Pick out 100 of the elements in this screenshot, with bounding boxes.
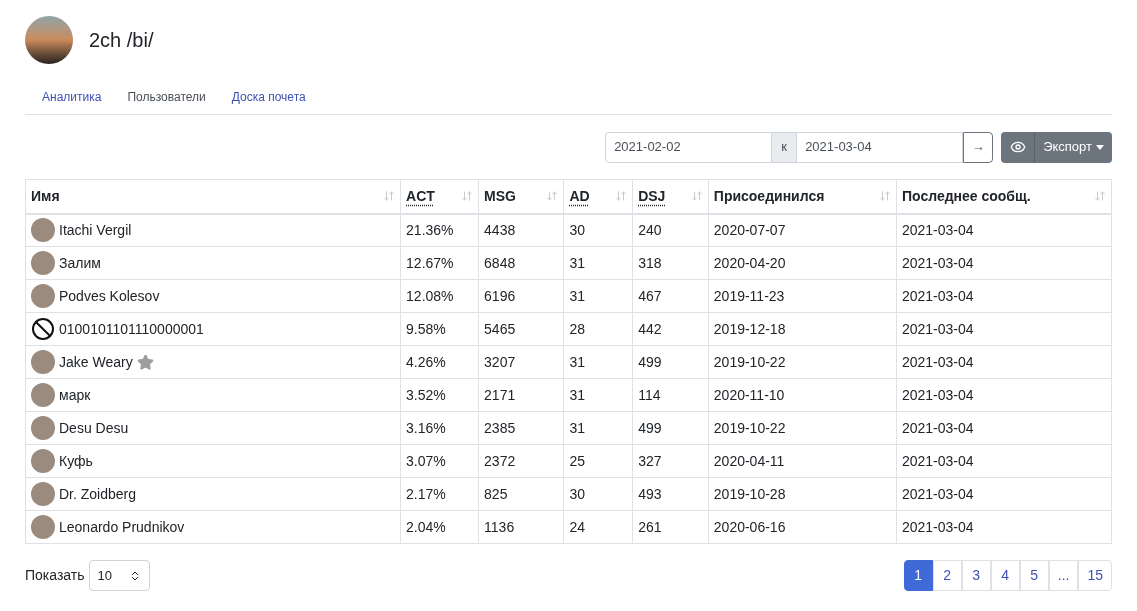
table-cell: 2021-03-04 bbox=[901, 452, 974, 469]
table-cell: 2020-11-10 bbox=[713, 386, 785, 403]
table-cell: 6196 bbox=[484, 287, 516, 304]
channel-avatar-photo bbox=[25, 16, 73, 64]
table-cell: 2021-03-04 bbox=[901, 221, 974, 238]
table-cell: 442 bbox=[638, 320, 662, 337]
column-label: Последнее сообщ. bbox=[901, 186, 1031, 206]
star-icon bbox=[136, 353, 154, 371]
table-cell: 31 bbox=[569, 386, 586, 403]
sort-icon bbox=[383, 190, 396, 203]
table-cell: 2019-10-28 bbox=[713, 485, 786, 502]
column-header[interactable]: ACT bbox=[400, 179, 479, 214]
table-cell: 2021-03-04 bbox=[901, 320, 974, 337]
table-cell: 825 bbox=[484, 485, 508, 502]
column-header[interactable]: AD bbox=[563, 179, 633, 214]
column-header[interactable]: Последнее сообщ. bbox=[896, 179, 1112, 214]
no-avatar-icon bbox=[31, 317, 55, 341]
table-cell: 2.04% bbox=[406, 518, 446, 535]
page-link[interactable]: ... bbox=[1048, 560, 1079, 591]
user-name[interactable]: Podves Kolesov bbox=[59, 285, 160, 307]
table-cell: 2019-12-18 bbox=[713, 320, 786, 337]
view-button[interactable] bbox=[1001, 131, 1035, 163]
user-avatar-photo bbox=[31, 482, 55, 506]
date-from-field[interactable]: 2021-02-02 bbox=[605, 131, 773, 163]
column-header[interactable]: MSG bbox=[478, 179, 564, 214]
table-cell: 2019-11-23 bbox=[713, 287, 785, 304]
column-label: AD bbox=[569, 186, 590, 206]
table-cell: 12.08% bbox=[406, 287, 454, 304]
user-avatar-photo bbox=[31, 416, 55, 440]
column-header[interactable]: DSJ bbox=[632, 179, 709, 214]
column-header[interactable]: Присоединился bbox=[708, 179, 897, 214]
table-cell: 261 bbox=[638, 518, 662, 535]
user-name[interactable]: Куфь bbox=[59, 450, 93, 472]
sort-icon bbox=[461, 190, 474, 203]
nav-tab[interactable]: Доска почета bbox=[218, 80, 319, 114]
user-name[interactable]: Dr. Zoidberg bbox=[59, 483, 137, 505]
table-cell: 2372 bbox=[484, 452, 516, 469]
user-name[interactable]: Залим bbox=[59, 252, 101, 274]
table-cell: 2020-04-11 bbox=[713, 452, 785, 469]
table-cell: 1136 bbox=[484, 518, 515, 535]
table-cell: 2021-03-04 bbox=[901, 485, 974, 502]
table-cell: 4438 bbox=[484, 221, 516, 238]
apply-button[interactable]: → bbox=[963, 131, 994, 163]
sort-icon bbox=[546, 190, 559, 203]
page-link[interactable]: 1 bbox=[903, 560, 933, 591]
table-cell: 114 bbox=[638, 386, 661, 403]
column-label: Присоединился bbox=[713, 186, 825, 206]
table-cell: 31 bbox=[569, 353, 586, 370]
page-link[interactable]: 3 bbox=[961, 560, 991, 591]
table-cell: 493 bbox=[638, 485, 662, 502]
table-cell: 2021-03-04 bbox=[901, 386, 974, 403]
user-name[interactable]: Itachi Vergil bbox=[59, 219, 132, 241]
table-cell: 31 bbox=[569, 287, 586, 304]
table-cell: 31 bbox=[569, 419, 586, 436]
table-cell: 2020-07-07 bbox=[713, 221, 786, 238]
table-cell: 25 bbox=[569, 452, 586, 469]
column-header[interactable]: Имя bbox=[25, 179, 401, 214]
nav-tab[interactable]: Пользователи bbox=[114, 80, 219, 114]
caret-icon bbox=[1096, 144, 1104, 150]
date-separator: к bbox=[772, 131, 797, 163]
column-label: DSJ bbox=[638, 186, 666, 206]
nav-tab[interactable]: Аналитика bbox=[29, 80, 115, 114]
table-cell: 12.67% bbox=[406, 254, 454, 271]
table-cell: 6848 bbox=[484, 254, 516, 271]
table-cell: 2019-10-22 bbox=[713, 353, 786, 370]
table-cell: 5465 bbox=[484, 320, 516, 337]
sort-icon bbox=[690, 190, 703, 203]
export-button[interactable]: Экспорт bbox=[1034, 131, 1112, 163]
eye-icon bbox=[1009, 139, 1026, 155]
show-label: Показать bbox=[25, 566, 85, 585]
user-name[interactable]: марк bbox=[59, 384, 91, 406]
table-cell: 30 bbox=[569, 485, 586, 502]
table-cell: 2021-03-04 bbox=[901, 419, 974, 436]
page-link[interactable]: 15 bbox=[1078, 560, 1112, 591]
table-cell: 2021-03-04 bbox=[901, 287, 974, 304]
page-link[interactable]: 5 bbox=[1019, 560, 1049, 591]
user-avatar-photo bbox=[31, 218, 55, 243]
table-cell: 327 bbox=[638, 452, 662, 469]
page-size-select[interactable]: 10 bbox=[88, 560, 150, 591]
sort-icon bbox=[615, 190, 628, 203]
date-to-field[interactable]: 2021-03-04 bbox=[796, 131, 964, 163]
table-cell: 2171 bbox=[484, 386, 516, 403]
user-avatar-photo bbox=[31, 350, 55, 374]
page-link[interactable]: 2 bbox=[932, 560, 962, 591]
table-cell: 3.16% bbox=[406, 419, 446, 436]
user-name[interactable]: Desu Desu bbox=[59, 417, 129, 439]
table-cell: 21.36% bbox=[406, 221, 454, 238]
table-cell: 2021-03-04 bbox=[901, 353, 974, 370]
table-cell: 318 bbox=[638, 254, 662, 271]
user-name[interactable]: Jake Weary bbox=[59, 351, 133, 373]
column-label: ACT bbox=[406, 186, 435, 206]
table-cell: 2385 bbox=[484, 419, 516, 436]
table-cell: 31 bbox=[569, 254, 586, 271]
table-cell: 467 bbox=[638, 287, 662, 304]
table-cell: 4.26% bbox=[406, 353, 446, 370]
table-cell: 2019-10-22 bbox=[713, 419, 786, 436]
table-cell: 3.07% bbox=[406, 452, 446, 469]
page-link[interactable]: 4 bbox=[990, 560, 1020, 591]
user-avatar-photo bbox=[31, 383, 55, 407]
sort-icon bbox=[878, 190, 891, 203]
